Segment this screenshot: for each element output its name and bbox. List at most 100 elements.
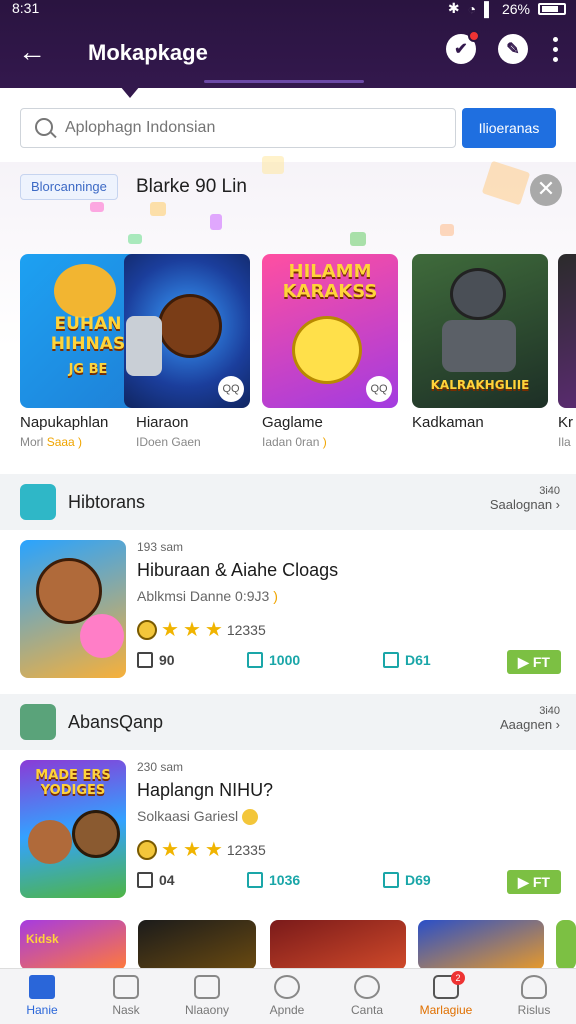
stat-size: D69 — [383, 872, 431, 888]
item-meta: 193 sam — [137, 540, 184, 554]
star-icon: ★ — [182, 839, 201, 861]
play-button[interactable]: ▶ FT — [507, 870, 561, 894]
arrow-left-icon[interactable]: ← — [18, 38, 46, 66]
section-more-link[interactable]: 3i40 Saalognan › — [490, 484, 560, 512]
nav-home[interactable]: Hanie — [6, 975, 78, 1017]
stat-plays: 1000 — [247, 652, 300, 668]
download-icon — [137, 652, 153, 668]
nav-label: Nlaaony — [184, 1003, 230, 1017]
nav-label: Canta — [350, 1003, 384, 1017]
nav-label: Apnde — [269, 1003, 305, 1017]
stat-value: 1036 — [269, 872, 301, 888]
header-pointer — [120, 86, 140, 98]
robot-arm-art — [126, 316, 162, 376]
nav-games[interactable]: Nlaaony — [171, 975, 243, 1017]
tools-icon[interactable]: ✎ — [498, 34, 528, 64]
tab-indicator — [204, 80, 364, 83]
game-sub-text: Iadan 0ran — [262, 435, 320, 449]
stat-value: D69 — [405, 872, 431, 888]
stat-value: 1000 — [269, 652, 301, 668]
rating-count: 12335 — [226, 622, 266, 638]
game-card[interactable]: Kr Ila — [558, 254, 576, 449]
search-input[interactable] — [65, 115, 445, 141]
promo-tag[interactable]: Blorcanninge — [20, 174, 118, 200]
section-more-label: Aaagnen › — [500, 717, 560, 732]
item-stats: 90 1000 D61 ▶ FT — [137, 650, 561, 674]
game-card[interactable]: KALRAKHGLIIE Kadkaman — [412, 254, 548, 435]
game-thumbnail[interactable] — [138, 920, 256, 970]
star-icon: ★ — [182, 619, 201, 641]
emoji-icon — [137, 620, 157, 640]
game-sub: IDoen Gaen — [136, 435, 201, 449]
header-actions: ✔ ✎ — [446, 30, 560, 64]
game-thumbnail: KALRAKHGLIIE — [412, 254, 548, 408]
nav-market[interactable]: 2 Marlagiue — [410, 971, 482, 1017]
play-label: FT — [532, 874, 550, 890]
item-subtitle: Ablkmsi Danne 0:9J3 ) — [137, 588, 278, 604]
game-art-title: MADE ERS YODIGES — [35, 768, 111, 798]
game-list-item[interactable]: MADE ERS YODIGES 230 sam Haplangn NIHU? … — [0, 752, 576, 912]
nav-chat[interactable]: Canta — [331, 975, 403, 1017]
game-thumbnail: MADE ERS YODIGES — [20, 760, 126, 898]
game-card[interactable]: HILAMM KARAKSS QQ Gaglame Iadan 0ran ) — [262, 254, 398, 449]
game-card[interactable]: QQ Hiaraon IDoen Gaen — [124, 254, 250, 449]
game-badge: QQ — [366, 376, 392, 402]
promo-section: Blorcanninge Blarke 90 Lin ✕ EUHAN HIHNA… — [0, 156, 576, 472]
battery-icon — [538, 2, 566, 15]
game-thumbnail[interactable]: Kidsk — [20, 920, 126, 970]
character-art — [158, 294, 222, 358]
play-button[interactable]: ▶ FT — [507, 650, 561, 674]
game-thumbnail[interactable] — [270, 920, 406, 970]
item-rating: ★ ★ ★ 12335 — [137, 620, 266, 640]
character-art — [72, 810, 120, 858]
app-root: 8:31 ✱ ◔ ▌ 26% ← Mokapkage ✔ ✎ Ilioe — [0, 0, 576, 1024]
section-header: AbansQanp 3i40 Aaagnen › — [0, 694, 576, 750]
nav-apps[interactable]: Apnde — [251, 975, 323, 1017]
game-name: Kr — [558, 414, 573, 431]
nav-book[interactable]: Nask — [90, 975, 162, 1017]
nav-profile[interactable]: Rislus — [498, 975, 570, 1017]
home-icon — [29, 975, 55, 999]
game-art-title: Kidsk — [26, 932, 59, 946]
game-list-item[interactable]: 193 sam Hiburaan & Aiahe Cloags Ablkmsi … — [0, 532, 576, 692]
item-meta: 230 sam — [137, 760, 184, 774]
ball-art — [80, 614, 124, 658]
star-icon: ★ — [161, 839, 179, 861]
section-more-count: 3i40 — [539, 705, 560, 717]
game-name: Kadkaman — [412, 414, 484, 431]
section-header: Hibtorans 3i40 Saalognan › — [0, 474, 576, 530]
status-icons: ✱ ◔ ▌ 26% — [448, 0, 566, 17]
game-thumbnail: QQ — [124, 254, 250, 408]
download-icon — [137, 872, 153, 888]
character-body-art — [442, 320, 516, 372]
search-button[interactable]: Ilioeranas — [462, 108, 556, 148]
more-vertical-icon[interactable] — [550, 34, 560, 64]
game-thumbnail[interactable] — [418, 920, 544, 970]
item-title: Hiburaan & Aiahe Cloags — [137, 560, 339, 580]
search-box — [20, 108, 456, 148]
stat-downloads: 90 — [137, 652, 175, 668]
nav-label: Rislus — [517, 1003, 551, 1017]
stat-size: D61 — [383, 652, 431, 668]
game-thumbnail: HILAMM KARAKSS QQ — [262, 254, 398, 408]
more-games-strip: Kidsk — [0, 916, 576, 970]
game-sub: Ila — [558, 435, 571, 449]
item-rating: ★ ★ ★ 12335 — [137, 840, 266, 860]
clock-icon — [274, 975, 300, 999]
game-badge: QQ — [218, 376, 244, 402]
game-thumbnail[interactable] — [556, 920, 576, 970]
promo-title: Blarke 90 Lin — [136, 176, 247, 197]
check-icon[interactable]: ✔ — [446, 30, 480, 64]
close-icon[interactable]: ✕ — [530, 174, 562, 206]
check-box-icon — [247, 652, 263, 668]
section-more-link[interactable]: 3i40 Aaagnen › — [500, 704, 560, 732]
nav-badge: 2 — [451, 971, 465, 985]
item-subtitle-text: Solkaasi Gariesl — [137, 808, 239, 824]
section-title: AbansQanp — [68, 712, 164, 732]
user-card-icon — [20, 484, 56, 520]
user-icon — [521, 975, 547, 999]
rating-count: 12335 — [226, 842, 266, 858]
avatar-icon — [20, 704, 56, 740]
game-sub-text: Morl — [20, 435, 44, 449]
notification-dot — [468, 30, 480, 42]
